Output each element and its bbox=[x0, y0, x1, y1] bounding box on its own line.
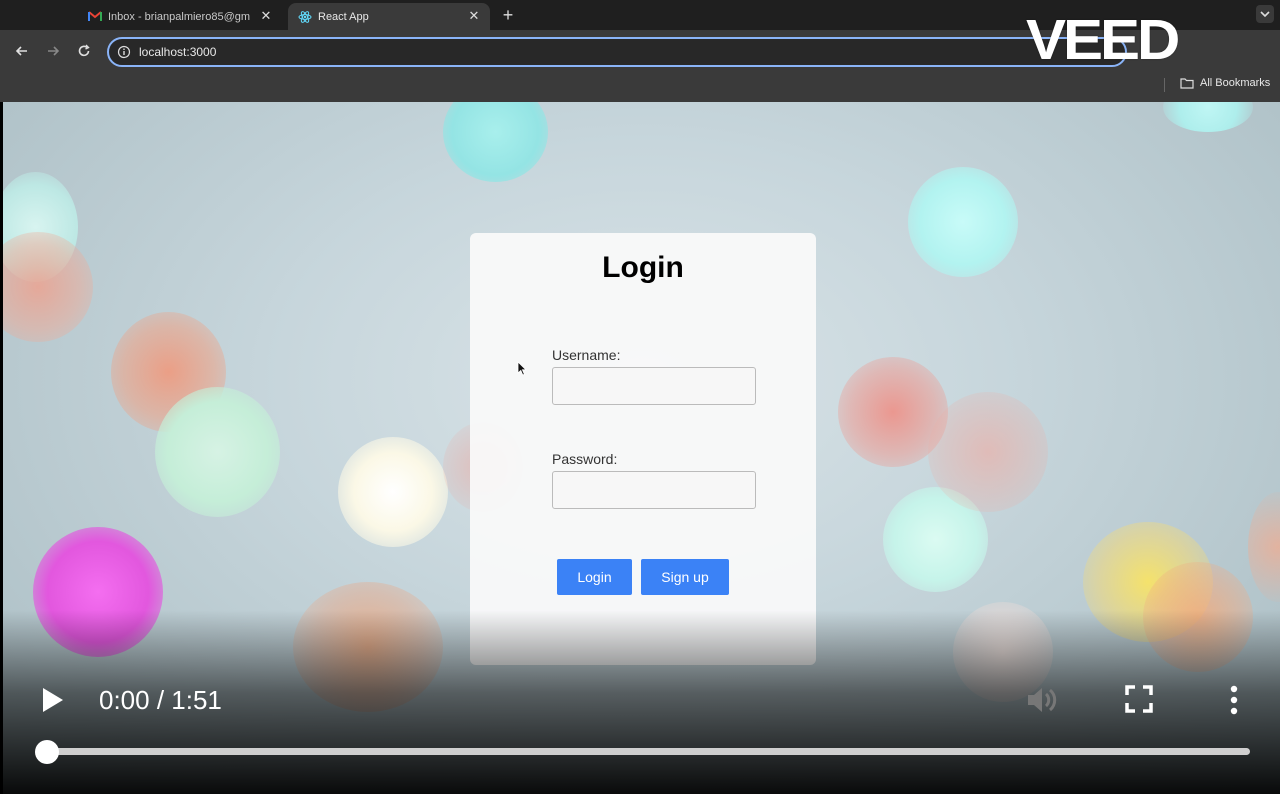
url-text: localhost:3000 bbox=[139, 45, 217, 59]
progress-track[interactable] bbox=[46, 748, 1250, 755]
tab-search-button[interactable] bbox=[1256, 5, 1274, 23]
back-button[interactable] bbox=[11, 40, 33, 62]
more-options-button[interactable] bbox=[1224, 684, 1244, 716]
tab-react-app[interactable]: React App ✕ bbox=[288, 3, 490, 30]
new-tab-button[interactable]: + bbox=[498, 5, 518, 25]
login-card: Login Username: Password: Login Sign up bbox=[470, 233, 816, 665]
time-display: 0:00 / 1:51 bbox=[99, 685, 222, 715]
username-label: Username: bbox=[552, 347, 621, 363]
close-tab-icon[interactable]: ✕ bbox=[258, 8, 274, 24]
address-bar[interactable]: localhost:3000 bbox=[107, 37, 1127, 67]
site-info-icon[interactable] bbox=[117, 45, 131, 59]
close-tab-icon[interactable]: ✕ bbox=[466, 8, 482, 24]
username-input[interactable] bbox=[552, 367, 756, 405]
password-label: Password: bbox=[552, 451, 618, 467]
tab-title: Inbox - brianpalmiero85@gm bbox=[108, 10, 251, 23]
bookmarks-bar: All Bookmarks bbox=[0, 72, 1280, 102]
login-title: Login bbox=[602, 251, 684, 284]
play-button[interactable] bbox=[40, 686, 66, 714]
more-vertical-icon bbox=[1230, 685, 1238, 715]
screen: Inbox - brianpalmiero85@gm ✕ React App ✕… bbox=[0, 0, 1280, 794]
divider bbox=[1164, 78, 1165, 92]
forward-arrow-icon bbox=[48, 46, 60, 56]
fullscreen-button[interactable] bbox=[1124, 684, 1154, 714]
signup-button[interactable]: Sign up bbox=[641, 559, 729, 595]
chevron-down-icon bbox=[1260, 11, 1270, 18]
all-bookmarks-button[interactable]: All Bookmarks bbox=[1180, 77, 1270, 89]
mouse-cursor bbox=[517, 361, 527, 381]
veed-watermark: VEED bbox=[1026, 7, 1180, 72]
progress-scrubber[interactable] bbox=[35, 740, 59, 764]
tab-gmail[interactable]: Inbox - brianpalmiero85@gm ✕ bbox=[78, 3, 282, 30]
fullscreen-icon bbox=[1125, 685, 1153, 713]
back-arrow-icon bbox=[15, 46, 27, 56]
tab-title: React App bbox=[318, 10, 369, 23]
reload-button[interactable] bbox=[73, 40, 95, 62]
volume-icon bbox=[1028, 688, 1057, 712]
password-input[interactable] bbox=[552, 471, 756, 509]
all-bookmarks-label: All Bookmarks bbox=[1200, 77, 1271, 89]
reload-icon bbox=[78, 44, 90, 57]
volume-button[interactable] bbox=[1025, 684, 1059, 716]
login-button[interactable]: Login bbox=[557, 559, 632, 595]
gmail-icon bbox=[88, 10, 102, 24]
folder-icon bbox=[1180, 78, 1194, 89]
play-icon bbox=[43, 688, 63, 712]
react-icon bbox=[298, 10, 312, 24]
forward-button[interactable] bbox=[42, 40, 64, 62]
